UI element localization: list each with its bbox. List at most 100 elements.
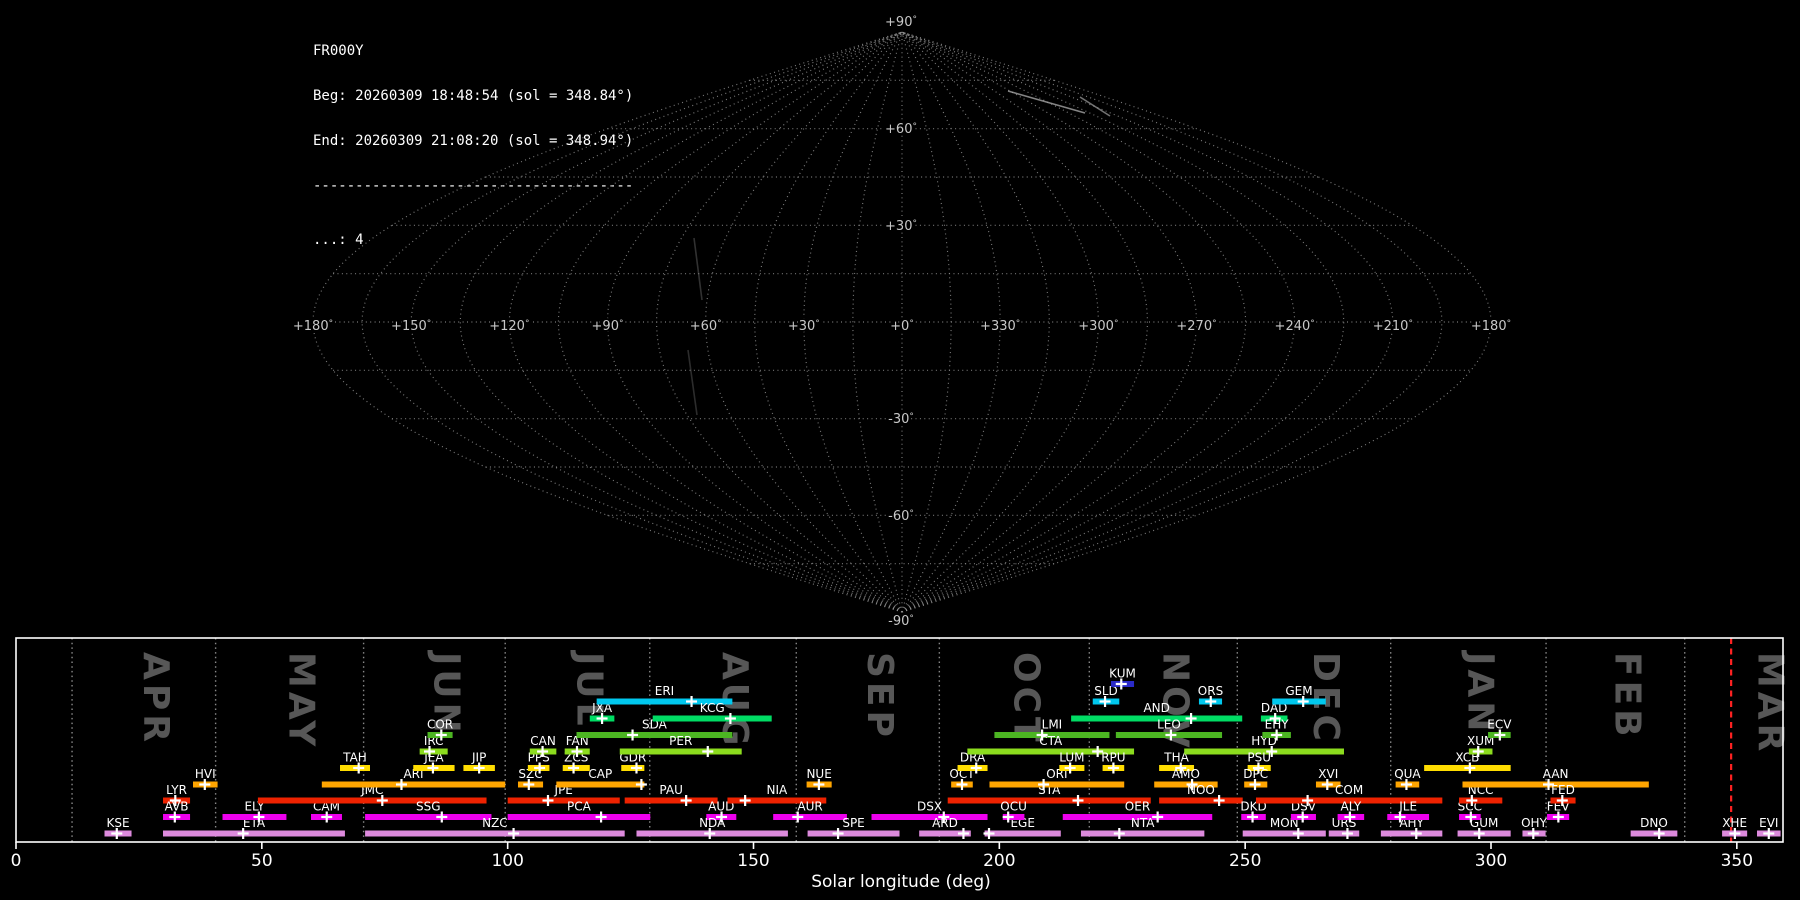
x-tick-label: 100: [491, 851, 523, 871]
meteor-trail-line: [687, 349, 698, 416]
shower-label-FED: FED: [1551, 783, 1575, 797]
shower-label-CAP: CAP: [588, 767, 612, 781]
shower-label-HVI: HVI: [195, 767, 216, 781]
shower-label-COM: COM: [1335, 783, 1363, 797]
shower-label-QUA: QUA: [1394, 767, 1421, 781]
shower-bar-SSG: [365, 814, 492, 820]
shower-label-SSG: SSG: [416, 800, 441, 814]
sky-grid-label: -90°: [888, 614, 914, 629]
shower-label-DNO: DNO: [1640, 816, 1668, 830]
shower-bar-KCG: [652, 715, 772, 722]
shower-bar-EGE: [984, 830, 1061, 837]
shower-bar-JMC: [257, 797, 487, 804]
shower-label-GEM: GEM: [1285, 684, 1312, 698]
shower-bar-NZC: [365, 830, 625, 837]
shower-label-DPC: DPC: [1243, 767, 1268, 781]
sky-meridian-line: [361, 31, 903, 613]
shower-bar-PAU: [624, 797, 718, 804]
month-label: SEP: [859, 652, 900, 741]
shower-bar-NCC: [1459, 797, 1503, 804]
sky-grid-label: +60°: [885, 122, 917, 137]
shower-bar-NOO: [1159, 797, 1243, 804]
shower-label-KCG: KCG: [700, 701, 725, 715]
shower-peak-marker-JPE: [542, 795, 554, 806]
sky-grid-label: +150°: [391, 319, 431, 334]
shower-label-LUM: LUM: [1059, 751, 1084, 765]
shower-label-CTA: CTA: [1039, 734, 1063, 748]
shower-peak-marker-SDA: [627, 729, 639, 741]
shower-label-NUE: NUE: [806, 767, 831, 781]
x-tick-label: 50: [251, 851, 273, 871]
sky-grid-label: +210°: [1373, 319, 1413, 334]
sky-grid-label: +300°: [1078, 319, 1118, 334]
shower-label-ORS: ORS: [1198, 684, 1223, 698]
shower-label-EVI: EVI: [1759, 816, 1778, 830]
month-label: FEB: [1606, 652, 1647, 741]
shower-bar-CAP: [556, 781, 645, 788]
shower-peak-marker-CAP: [635, 779, 647, 790]
month-label: APR: [135, 652, 176, 746]
x-tick-label: 300: [1475, 851, 1507, 871]
shower-peak-marker-ARD: [957, 828, 969, 839]
shower-label-CAN: CAN: [530, 734, 556, 748]
shower-label-XHE: XHE: [1722, 816, 1747, 830]
shower-peak-marker-PCA: [595, 811, 607, 823]
shower-label-AMO: AMO: [1172, 767, 1200, 781]
shower-label-OER: OER: [1125, 800, 1150, 814]
shower-label-PER: PER: [669, 734, 692, 748]
shower-bar-STA: [947, 797, 1151, 804]
sky-grid-label: +30°: [788, 319, 820, 334]
shower-label-AUR: AUR: [797, 800, 822, 814]
shower-label-JLE: JLE: [1398, 800, 1417, 814]
month-label: OCT: [1005, 652, 1046, 746]
shower-label-NTA: NTA: [1131, 816, 1155, 830]
sky-grid-label: +240°: [1275, 319, 1315, 334]
shower-label-NOO: NOO: [1187, 783, 1215, 797]
sky-grid-label: +180°: [293, 319, 333, 334]
shower-label-AND: AND: [1143, 701, 1169, 715]
shower-peak-marker-NZC: [508, 828, 520, 839]
shower-label-PSU: PSU: [1247, 751, 1271, 765]
shower-bar-SPE: [807, 830, 900, 837]
shower-label-ALY: ALY: [1341, 800, 1362, 814]
month-label: DEC: [1305, 652, 1346, 745]
shower-label-LEO: LEO: [1157, 718, 1181, 732]
x-tick-label: 200: [983, 851, 1015, 871]
shower-peak-marker-EGE: [983, 828, 995, 839]
shower-bar-PCA: [507, 814, 651, 820]
sky-grid-label: -30°: [888, 412, 914, 427]
shower-label-PAU: PAU: [659, 783, 682, 797]
sky-meridian-line: [901, 31, 1050, 613]
shower-peak-marker-PER: [702, 746, 714, 757]
sky-grid-label: +90°: [592, 319, 624, 334]
shower-label-ARD: ARD: [932, 816, 958, 830]
sky-grid-label: +120°: [489, 319, 529, 334]
shower-label-KSE: KSE: [106, 816, 129, 830]
shower-bar-DSX: [871, 814, 988, 820]
sky-grid-label: +0°: [890, 319, 914, 334]
shower-label-XVI: XVI: [1318, 767, 1338, 781]
x-tick-label: 0: [11, 851, 22, 871]
sky-grid-label: +330°: [980, 319, 1020, 334]
shower-label-LYR: LYR: [166, 783, 187, 797]
shower-bar-ETA: [163, 830, 345, 837]
shower-peak-marker-STA: [1072, 795, 1084, 806]
x-tick-label: 250: [1229, 851, 1261, 871]
meteor-trail-line: [1007, 90, 1086, 114]
shower-bar-SDA: [576, 732, 733, 738]
meteor-trail-line: [693, 237, 703, 301]
shower-label-AVB: AVB: [165, 800, 189, 814]
shower-bar-JPE: [507, 797, 620, 804]
shower-label-SPE: SPE: [842, 816, 864, 830]
sky-grid-label: +30°: [885, 219, 917, 234]
shower-bar-NTA: [1080, 830, 1205, 837]
shower-label-DSX: DSX: [917, 800, 942, 814]
shower-peak-marker-NTA: [1113, 828, 1125, 839]
sky-grid-label: +60°: [690, 319, 722, 334]
shower-bar-JLE: [1387, 814, 1430, 820]
shower-label-NDA: NDA: [699, 816, 726, 830]
x-tick-label: 350: [1721, 851, 1753, 871]
shower-label-COR: COR: [427, 718, 453, 732]
sky-grid-label: +90°: [885, 15, 917, 30]
shower-label-TAH: TAH: [342, 751, 367, 765]
